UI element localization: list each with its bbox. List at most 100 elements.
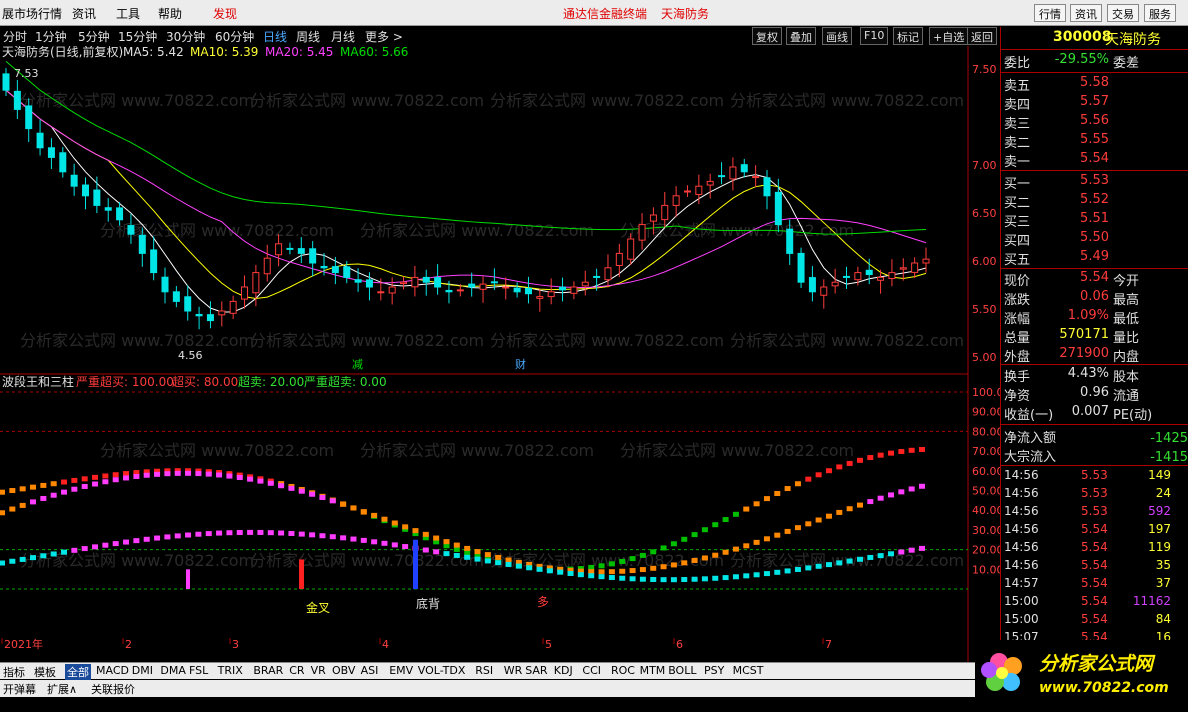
indicator-tab[interactable]: FSL — [189, 664, 208, 677]
price-axis: 7.50 7.00 6.50 6.00 5.50 5.00 — [972, 63, 997, 364]
bottom-toolbar: 开弹幕 扩展∧ 关联报价 — [0, 680, 1000, 697]
tab-5min[interactable]: 5分钟 — [78, 28, 110, 45]
f10-button[interactable]: F10 — [860, 27, 889, 45]
tab-1min[interactable]: 1分钟 — [35, 28, 67, 45]
tab-weekly[interactable]: 周线 — [296, 28, 320, 45]
tab-30min[interactable]: 30分钟 — [166, 28, 205, 45]
info-button[interactable]: 资讯 — [1070, 4, 1102, 22]
app-title: 通达信金融终端 — [563, 7, 648, 21]
candle-body — [649, 214, 657, 222]
band-bar-lower — [112, 541, 119, 547]
band-bar-lower — [298, 531, 305, 537]
indicator-tab[interactable]: 模板 — [34, 664, 56, 680]
service-button[interactable]: 服务 — [1144, 4, 1176, 22]
indicator-tab[interactable]: ROC — [611, 664, 635, 677]
indicator-tab[interactable]: VOL-TDX — [418, 664, 466, 677]
ma60-line — [5, 61, 927, 235]
indicator-tick: 50.00 — [972, 485, 1000, 498]
band-bar-upper — [856, 457, 863, 463]
watchlist-button[interactable]: +自选 — [929, 27, 969, 45]
watermark-text: 分析家公式网 www.70822.com — [100, 441, 334, 460]
band-bar-upper — [629, 556, 636, 562]
menu-news[interactable]: 资讯 — [72, 5, 96, 22]
kline-chart[interactable]: 分析家公式网 www.70822.com分析家公式网 www.70822.com… — [0, 46, 1000, 662]
menu-tools[interactable]: 工具 — [116, 5, 140, 22]
band-bar-middle — [794, 525, 801, 531]
indicator-tab[interactable]: MACD — [96, 664, 129, 677]
adjust-button[interactable]: 复权 — [752, 27, 782, 45]
candle-body — [752, 176, 760, 179]
indicator-tab[interactable]: 指标 — [3, 664, 25, 680]
indicator-tab[interactable]: MCST — [733, 664, 764, 677]
indicator-tab[interactable]: ASI — [361, 664, 379, 677]
tab-more[interactable]: 更多 > — [365, 28, 403, 45]
indicator-tab[interactable]: KDJ — [554, 664, 573, 677]
indicator-tab[interactable]: CR — [289, 664, 304, 677]
candle-body — [286, 247, 294, 250]
tick-row: 14:56 5.53 149 — [1001, 468, 1188, 486]
candle-body — [740, 164, 748, 173]
bid-row: 买一 5.53 — [1001, 173, 1188, 192]
indicator-tab[interactable]: WR — [504, 664, 523, 677]
date-tick: 4 — [382, 638, 389, 651]
band-bar-middle — [753, 539, 760, 545]
band-bar-lower — [650, 577, 657, 583]
indicator-tab[interactable]: DMI — [132, 664, 153, 677]
band-bar-lower — [691, 576, 698, 582]
back-button[interactable]: 返回 — [967, 27, 997, 45]
candle-body — [479, 283, 487, 290]
mark-button[interactable]: 标记 — [893, 27, 923, 45]
tick-price: 5.54 — [1081, 612, 1108, 626]
indicator-tab[interactable]: RSI — [475, 664, 493, 677]
danmaku-button[interactable]: 开弹幕 — [3, 681, 36, 697]
menu-market[interactable]: 展市场行情 — [2, 5, 62, 22]
band-bar-upper — [712, 522, 719, 528]
indicator-tab[interactable]: DMA — [160, 664, 186, 677]
indicator-tab[interactable]: VR — [311, 664, 326, 677]
market-button[interactable]: 行情 — [1034, 4, 1066, 22]
band-bar-lower — [164, 534, 171, 540]
trade-button[interactable]: 交易 — [1107, 4, 1139, 22]
indicator-tab[interactable]: EMV — [389, 664, 413, 677]
candle-body — [36, 132, 44, 149]
candle-body — [490, 281, 498, 284]
tab-intraday[interactable]: 分时 — [3, 28, 27, 45]
band-bar-upper — [112, 472, 119, 478]
overlay-button[interactable]: 叠加 — [786, 27, 816, 45]
menu-bar: 展市场行情 资讯 工具 帮助 发现 通达信金融终端 天海防务 行情 资讯 交易 … — [0, 0, 1188, 26]
band-bar-middle — [805, 521, 812, 527]
indicator-tab[interactable]: OBV — [332, 664, 355, 677]
indicator-tab[interactable]: 全部 — [65, 664, 91, 680]
draw-button[interactable]: 画线 — [822, 27, 852, 45]
candle-body — [524, 287, 532, 295]
candle-body — [638, 224, 646, 241]
signal-bar-divergence — [413, 539, 418, 589]
event-mark-1[interactable]: 减 — [352, 358, 363, 371]
indicator-tab[interactable]: TRIX — [218, 664, 243, 677]
indicator-tab[interactable]: SAR — [525, 664, 547, 677]
band-bar-upper — [805, 476, 812, 482]
event-mark-2[interactable]: 财 — [515, 357, 526, 371]
band-bar-lower — [0, 560, 5, 566]
band-bar-lower — [588, 573, 595, 579]
tab-daily[interactable]: 日线 — [263, 28, 287, 45]
indicator-tab[interactable]: MTM — [640, 664, 666, 677]
band-bar-lower — [309, 532, 316, 538]
band-bar-lower — [391, 542, 398, 548]
tab-60min[interactable]: 60分钟 — [215, 28, 254, 45]
quote-panel: 300008 天海防务 委比 -29.55% 委差 卖五 5.58 卖四 5.57 卖三… — [1000, 27, 1188, 654]
related-quote-button[interactable]: 关联报价 — [91, 681, 135, 697]
indicator-tick: 70.00 — [972, 445, 1000, 458]
band-bar-upper — [619, 558, 626, 564]
band-bar-middle — [226, 473, 233, 479]
indicator-tab[interactable]: BOLL — [668, 664, 696, 677]
indicator-tab[interactable]: PSY — [704, 664, 724, 677]
tab-monthly[interactable]: 月线 — [331, 28, 355, 45]
indicator-tab[interactable]: BRAR — [253, 664, 283, 677]
tab-15min[interactable]: 15分钟 — [118, 28, 157, 45]
indicator-tab[interactable]: CCI — [582, 664, 601, 677]
menu-help[interactable]: 帮助 — [158, 5, 182, 22]
band-bar-upper — [123, 471, 130, 477]
menu-discover[interactable]: 发现 — [213, 5, 237, 22]
expand-button[interactable]: 扩展∧ — [47, 681, 77, 697]
